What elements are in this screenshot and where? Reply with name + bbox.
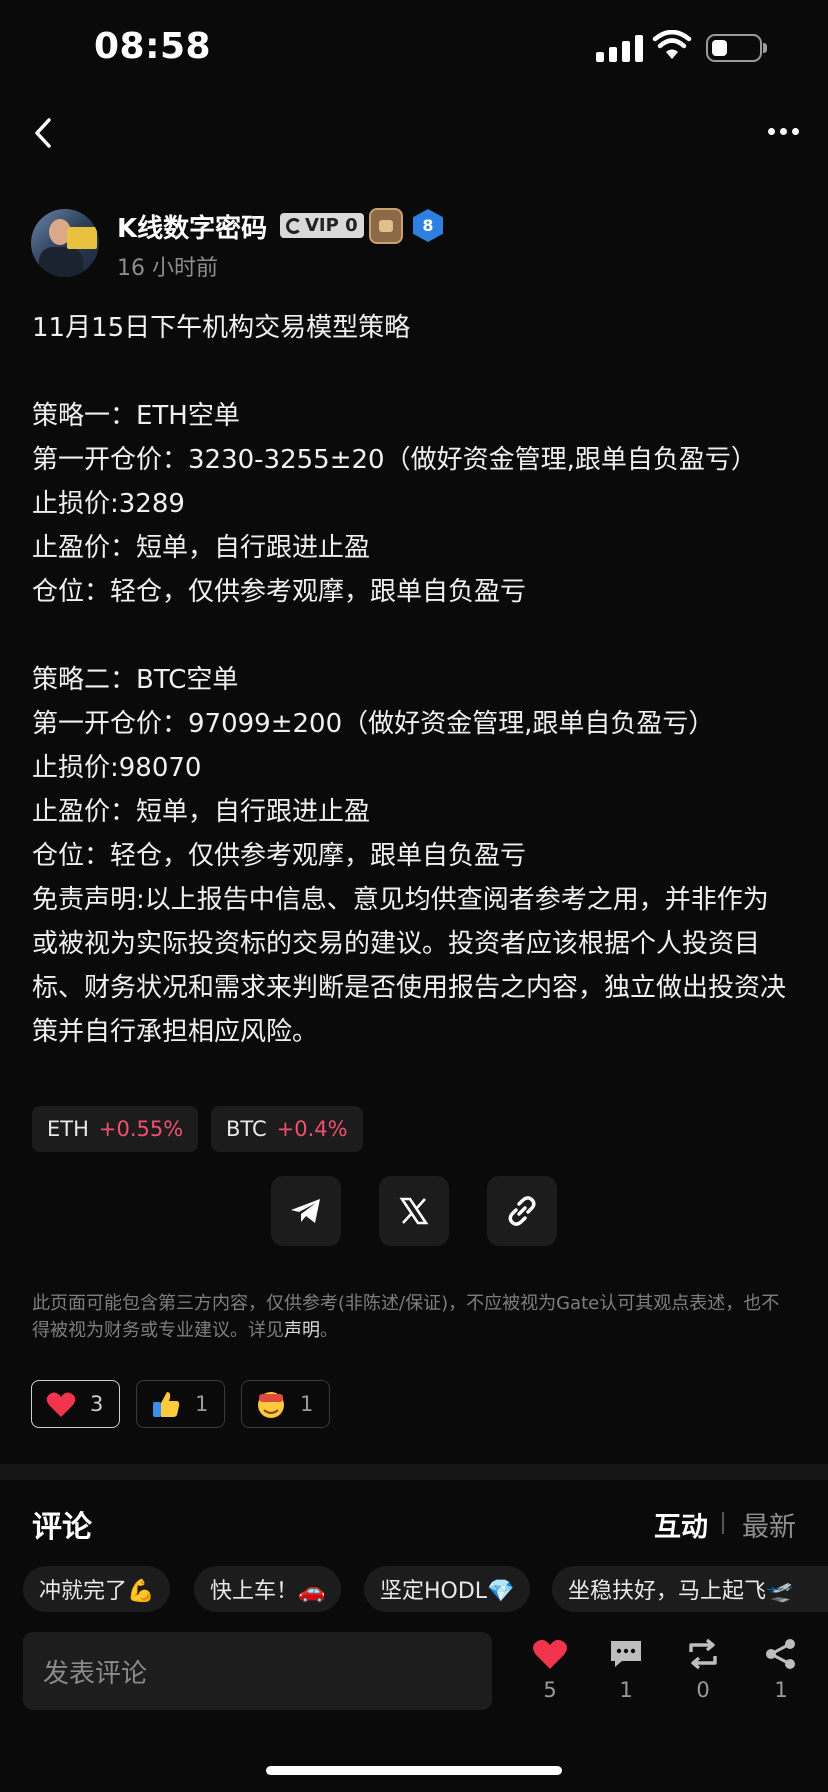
ticker-symbol: ETH <box>47 1117 89 1141</box>
money-face-icon <box>258 1392 284 1418</box>
back-arrow-icon[interactable] <box>32 116 54 150</box>
disclaimer-text: 此页面可能包含第三方内容，仅供参考(非陈述/保证)，不应被视为Gate认可其观点… <box>32 1293 780 1341</box>
tab-interactive[interactable]: 互动 <box>654 1505 708 1544</box>
comment-count: 1 <box>619 1678 633 1702</box>
ticker-eth[interactable]: ETH +0.55% <box>32 1106 199 1152</box>
tab-separator <box>722 1512 724 1534</box>
vip-label: VIP 0 <box>305 215 358 236</box>
author-name[interactable]: K线数字密码 <box>117 208 267 245</box>
tab-latest[interactable]: 最新 <box>742 1505 796 1544</box>
like-button[interactable]: 5 <box>520 1638 580 1702</box>
comment-button[interactable]: 1 <box>596 1638 656 1702</box>
post-line: 止损价:3289 <box>32 489 185 519</box>
ticker-symbol: BTC <box>226 1117 267 1141</box>
share-telegram-button[interactable] <box>271 1176 341 1246</box>
comment-input[interactable]: 发表评论 <box>23 1632 492 1710</box>
comment-icon <box>611 1641 641 1667</box>
medal-badge-icon <box>369 208 403 244</box>
post-line: 策略二：BTC空单 <box>32 665 239 695</box>
share-button[interactable]: 1 <box>751 1638 811 1702</box>
reaction-money-face[interactable]: 1 <box>241 1380 330 1428</box>
share-icon <box>766 1639 795 1669</box>
status-time: 08:58 <box>94 26 212 67</box>
battery-icon <box>706 34 762 62</box>
post-line: 策略一：ETH空单 <box>32 401 240 431</box>
post-line <box>32 614 792 658</box>
section-divider <box>0 1464 828 1480</box>
repost-button[interactable]: 0 <box>673 1638 733 1702</box>
comments-title: 评论 <box>32 1510 92 1545</box>
share-x-button[interactable] <box>379 1176 449 1246</box>
post-line: 免责声明:以上报告中信息、意见均供查阅者参考之用，并非作为或被视为实际投资标的交… <box>32 885 787 1047</box>
avatar[interactable] <box>31 209 99 277</box>
statement-link[interactable]: 声明 <box>284 1320 320 1341</box>
like-count: 5 <box>543 1678 557 1702</box>
post-line: 11月15日下午机构交易模型策略 <box>32 313 411 343</box>
link-icon <box>508 1196 536 1226</box>
post-body: 11月15日下午机构交易模型策略 策略一：ETH空单第一开仓价：3230-3255… <box>32 306 792 1054</box>
quick-reply-chip[interactable]: 坐稳扶好，马上起飞🛫 <box>552 1566 828 1612</box>
quick-reply-chip[interactable]: 快上车！🚗 <box>194 1566 342 1612</box>
battery-fill <box>712 40 727 56</box>
share-count: 1 <box>774 1678 788 1702</box>
battery-tip <box>763 43 767 53</box>
reaction-heart[interactable]: 3 <box>31 1380 120 1428</box>
gate-logo-icon <box>286 217 302 234</box>
post-line: 第一开仓价：3230-3255±20（做好资金管理,跟单自负盈亏） <box>32 445 757 475</box>
ticker-change: +0.55% <box>98 1117 184 1141</box>
telegram-icon <box>291 1199 320 1223</box>
repost-icon <box>689 1638 717 1670</box>
post-line <box>32 350 792 394</box>
reaction-count: 1 <box>195 1392 209 1416</box>
post-line: 仓位：轻仓，仅供参考观摩，跟单自负盈亏 <box>32 841 527 871</box>
vip-badge: VIP 0 <box>280 213 364 238</box>
thumbs-up-icon <box>153 1392 180 1417</box>
post-line: 仓位：轻仓，仅供参考观摩，跟单自负盈亏 <box>32 577 527 607</box>
reaction-thumbs-up[interactable]: 1 <box>136 1380 225 1428</box>
quick-reply-chip[interactable]: 坚定HODL💎 <box>364 1566 531 1612</box>
signal-icon <box>596 34 643 62</box>
heart-icon <box>533 1639 567 1669</box>
reaction-count: 3 <box>90 1392 104 1416</box>
post-time: 16 小时前 <box>117 256 218 281</box>
post-line: 止盈价：短单，自行跟进止盈 <box>32 533 371 563</box>
level-badge: 8 <box>413 209 443 242</box>
disclaimer-end: 。 <box>320 1320 338 1341</box>
more-options-icon[interactable] <box>768 128 799 135</box>
x-icon <box>399 1197 429 1225</box>
copy-link-button[interactable] <box>487 1176 557 1246</box>
reaction-count: 1 <box>300 1392 314 1416</box>
heart-icon <box>46 1392 76 1417</box>
third-party-disclaimer: 此页面可能包含第三方内容，仅供参考(非陈述/保证)，不应被视为Gate认可其观点… <box>32 1290 787 1344</box>
repost-count: 0 <box>696 1678 710 1702</box>
ticker-change: +0.4% <box>276 1117 348 1141</box>
wifi-icon <box>652 30 692 59</box>
post-line: 止损价:98070 <box>32 753 202 783</box>
home-indicator <box>266 1766 562 1775</box>
post-line: 第一开仓价：97099±200（做好资金管理,跟单自负盈亏） <box>32 709 715 739</box>
quick-reply-chip[interactable]: 冲就完了💪 <box>23 1566 171 1612</box>
post-line: 止盈价：短单，自行跟进止盈 <box>32 797 371 827</box>
ticker-btc[interactable]: BTC +0.4% <box>211 1106 363 1152</box>
